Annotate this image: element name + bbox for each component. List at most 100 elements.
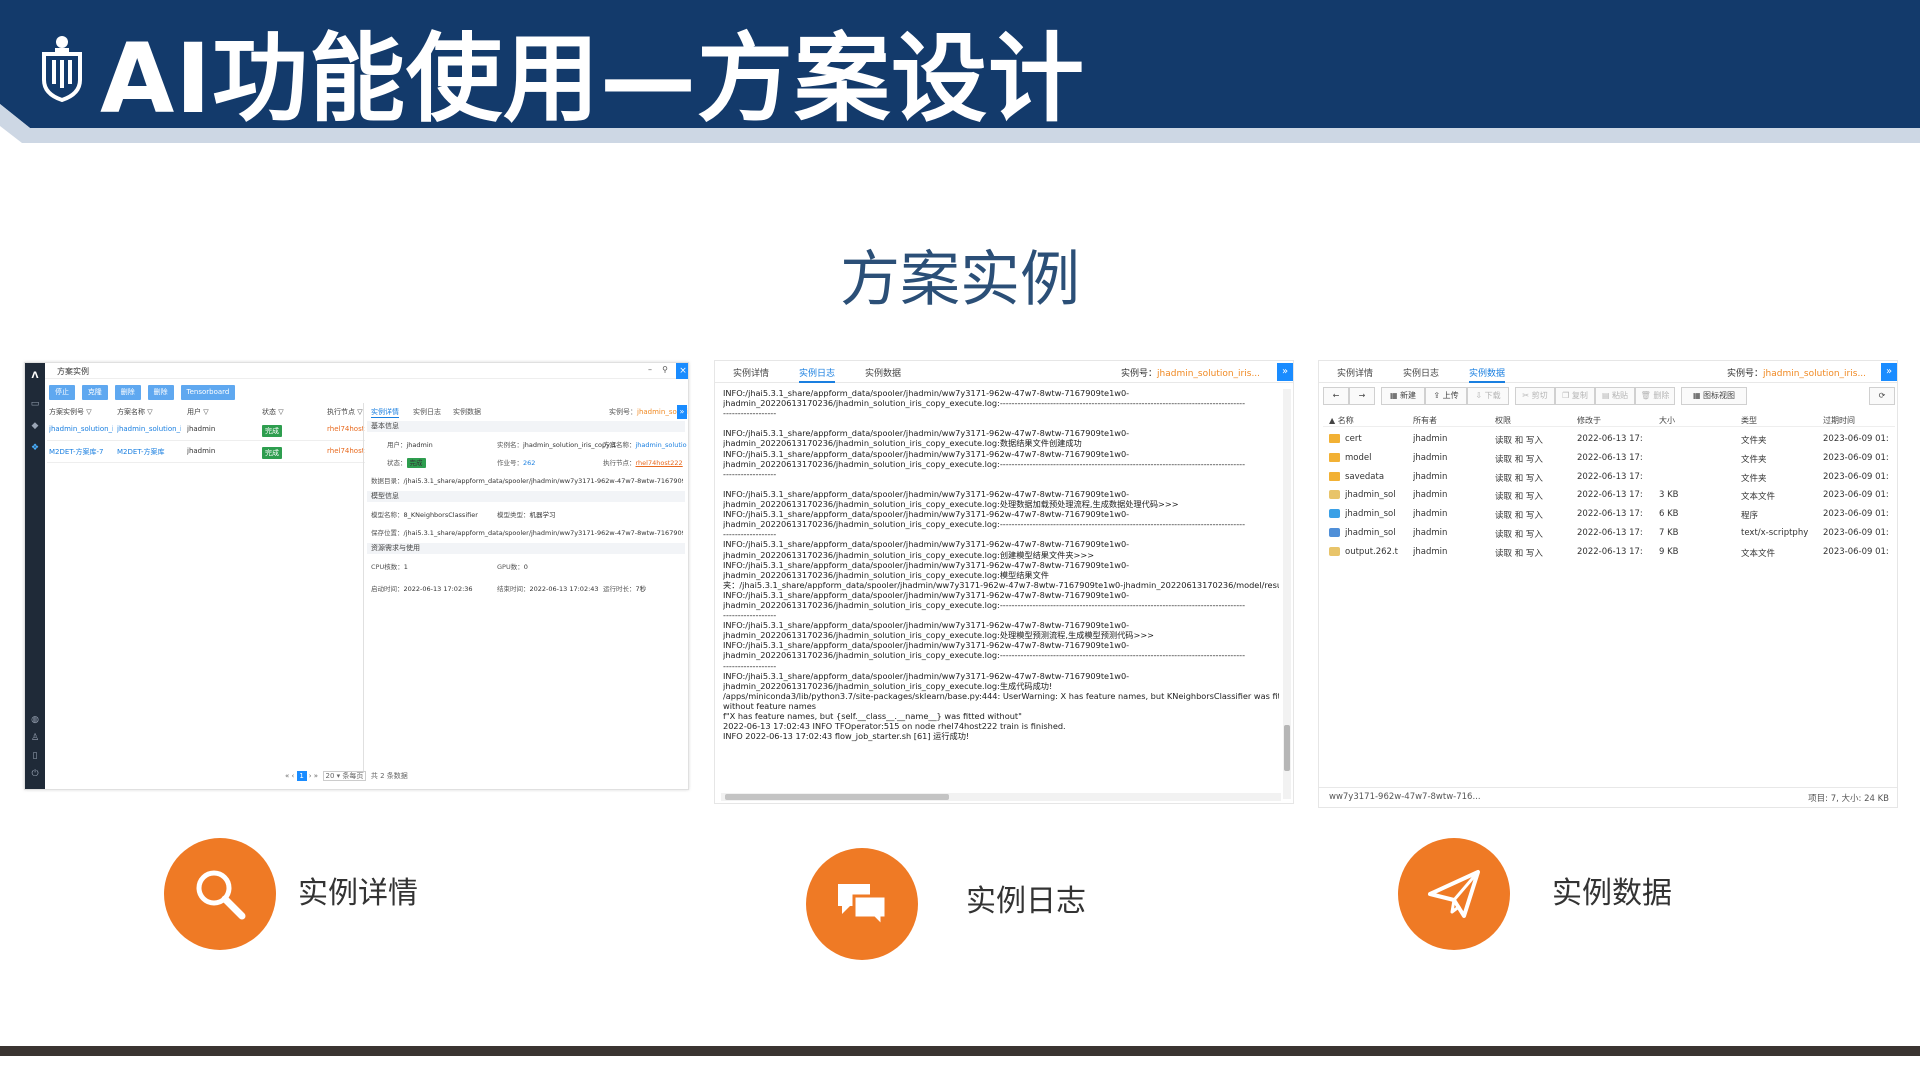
column-header[interactable]: 类型 (1741, 415, 1757, 426)
file-name[interactable]: jhadmin_sol (1345, 490, 1409, 500)
instance-id[interactable]: jhadmin_solution_i... (49, 425, 113, 433)
column-header[interactable]: 过期时间 (1823, 415, 1855, 426)
expand-icon[interactable]: » (677, 405, 687, 419)
screenshot-instance-data: 实例详情 实例日志 实例数据 实例号：jhadmin_solution_iris… (1318, 360, 1898, 808)
trash-icon: 🗑 (1640, 391, 1651, 400)
file-name[interactable]: output.262.t (1345, 547, 1409, 557)
file-name[interactable]: jhadmin_sol (1345, 509, 1409, 519)
file-row[interactable]: cert jhadmin 读取 和 写入 2022-06-13 17: 文件夹 2023-… (1323, 431, 1895, 449)
log-line: without feature names (723, 700, 817, 711)
settings-icon[interactable]: ◍ (30, 715, 40, 725)
folder-icon (1329, 434, 1340, 443)
pin-icon[interactable]: ⚲ (662, 365, 668, 374)
delete-button[interactable]: 删除 (114, 385, 141, 400)
expand-icon[interactable]: » (1881, 363, 1897, 381)
value[interactable]: rhel74host222 (636, 459, 683, 467)
close-icon[interactable]: × (676, 363, 688, 379)
file-name[interactable]: model (1345, 453, 1409, 463)
file-modified: 2022-06-13 17: (1577, 509, 1643, 520)
node-cell[interactable]: rhel74host22 (327, 425, 365, 433)
file-row[interactable]: jhadmin_sol jhadmin 读取 和 写入 2022-06-13 17: 6… (1323, 506, 1895, 524)
column-header[interactable]: 执行节点 ▽ (327, 407, 363, 417)
tab-instance-data[interactable]: 实例数据 (1469, 366, 1506, 383)
chat-icon[interactable]: ▭ (30, 399, 40, 409)
new-button[interactable]: ▦ 新建 (1381, 387, 1425, 405)
tab-instance-detail[interactable]: 实例详情 (733, 366, 769, 379)
cut-icon: ✂ (1522, 391, 1530, 400)
doc-icon[interactable]: ▯ (30, 751, 40, 761)
column-header[interactable]: 所有者 (1413, 415, 1437, 426)
column-header[interactable]: ▲ 名称 (1329, 415, 1354, 426)
node-cell[interactable]: rhel74host22 (327, 447, 365, 455)
solution-name[interactable]: jhadmin_solution_i... (117, 425, 181, 433)
table-row[interactable]: jhadmin_solution_i... jhadmin_solution_i… (47, 419, 365, 441)
file-row[interactable]: output.262.t jhadmin 读取 和 写入 2022-06-13 17:… (1323, 544, 1895, 562)
upload-button[interactable]: ⇪ 上传 (1425, 387, 1467, 405)
file-row[interactable]: model jhadmin 读取 和 写入 2022-06-13 17: 文件夹 2023… (1323, 450, 1895, 468)
copy-button[interactable]: ❐ 复制 (1555, 387, 1595, 405)
file-row[interactable]: savedata jhadmin 读取 和 写入 2022-06-13 17: 文件夹 2… (1323, 469, 1895, 487)
file-row[interactable]: jhadmin_sol jhadmin 读取 和 写入 2022-06-13 17: 3… (1323, 487, 1895, 505)
value[interactable]: jhadmin_solution_iris_co (636, 441, 688, 449)
file-row[interactable]: jhadmin_sol jhadmin 读取 和 写入 2022-06-13 17: 7… (1323, 525, 1895, 543)
column-header[interactable]: 修改于 (1577, 415, 1601, 426)
stop-button[interactable]: 停止 (49, 385, 75, 400)
instance-id[interactable]: M2DET-方案库-7 (49, 447, 113, 457)
value[interactable]: 262 (523, 459, 535, 467)
table-row[interactable]: M2DET-方案库-7 M2DET-方案库 jhadmin 完成 rhel74h… (47, 441, 365, 463)
column-header[interactable]: 状态 ▽ (262, 407, 284, 417)
tab-instance-data[interactable]: 实例数据 (865, 366, 901, 379)
delete-button-2[interactable]: 删除 (147, 385, 174, 400)
vertical-scrollbar[interactable] (1283, 389, 1291, 799)
tab-instance-log[interactable]: 实例日志 (799, 366, 836, 383)
pagination: « ‹ 1 › » 20 ▾ 条每页 共 2 条数据 (285, 771, 408, 781)
file-name[interactable]: jhadmin_sol (1345, 528, 1409, 538)
user-icon[interactable]: ♙ (30, 733, 40, 743)
kv-end-time: 结束时间：2022-06-13 17:02:43 (497, 583, 599, 593)
file-type: 文本文件 (1741, 548, 1776, 559)
column-header[interactable]: 权限 (1495, 415, 1511, 426)
tab-instance-log[interactable]: 实例日志 (413, 407, 441, 417)
expand-icon[interactable]: » (1277, 363, 1293, 381)
tensorboard-button[interactable]: Tensorboard (180, 385, 236, 400)
value: 1 (403, 563, 408, 571)
column-header[interactable]: 方案实例号 ▽ (49, 407, 92, 417)
refresh-button[interactable]: ⟳ (1869, 387, 1895, 405)
delete-button[interactable]: 🗑 删除 (1635, 387, 1675, 405)
label: 运行时长： (603, 585, 636, 593)
pager-next[interactable]: › » (309, 772, 318, 780)
forward-button[interactable]: → (1349, 387, 1375, 405)
back-button[interactable]: ← (1323, 387, 1349, 405)
power-icon[interactable]: ⏻ (30, 769, 40, 779)
solution-name[interactable]: M2DET-方案库 (117, 447, 181, 457)
horizontal-scrollbar[interactable] (721, 793, 1281, 801)
tab-instance-detail[interactable]: 实例详情 (371, 407, 399, 418)
cut-button[interactable]: ✂ 剪切 (1515, 387, 1555, 405)
clone-button[interactable]: 克隆 (81, 385, 108, 400)
page-size-select[interactable]: 20 ▾ 条每页 (322, 771, 367, 781)
file-modified: 2022-06-13 17: (1577, 434, 1643, 444)
tab-instance-log[interactable]: 实例日志 (1403, 366, 1439, 379)
pager-prev[interactable]: « ‹ (285, 772, 294, 780)
minimize-icon[interactable]: – (648, 365, 652, 374)
tab-instance-data[interactable]: 实例数据 (453, 407, 481, 417)
download-button[interactable]: ⇩ 下载 (1467, 387, 1509, 405)
log-line: jhadmin_20220613170236/jhadmin_solution_… (723, 438, 1082, 449)
layers-icon[interactable]: ◆ (30, 421, 40, 431)
scroll-thumb[interactable] (1284, 725, 1290, 771)
view-mode-button[interactable]: ▦ 图标视图 (1681, 387, 1747, 405)
column-header[interactable]: 用户 ▽ (187, 407, 209, 417)
paste-button[interactable]: ▤ 粘贴 (1595, 387, 1635, 405)
file-name[interactable]: savedata (1345, 472, 1409, 482)
column-header[interactable]: 方案名称 ▽ (117, 407, 153, 417)
label: GPU数： (497, 563, 524, 571)
upload-icon: ⇪ (1433, 391, 1441, 400)
cube-icon[interactable]: ❖ (30, 443, 40, 453)
tab-bar: 实例详情 实例日志 实例数据 实例号：jhadmin_solution_iris… (1319, 361, 1897, 383)
file-name[interactable]: cert (1345, 434, 1409, 444)
column-header[interactable]: 大小 (1659, 415, 1675, 426)
scroll-thumb[interactable] (725, 794, 949, 800)
section-basic-info: 基本信息 (367, 421, 685, 432)
pager-current[interactable]: 1 (296, 771, 307, 781)
tab-instance-detail[interactable]: 实例详情 (1337, 366, 1373, 379)
